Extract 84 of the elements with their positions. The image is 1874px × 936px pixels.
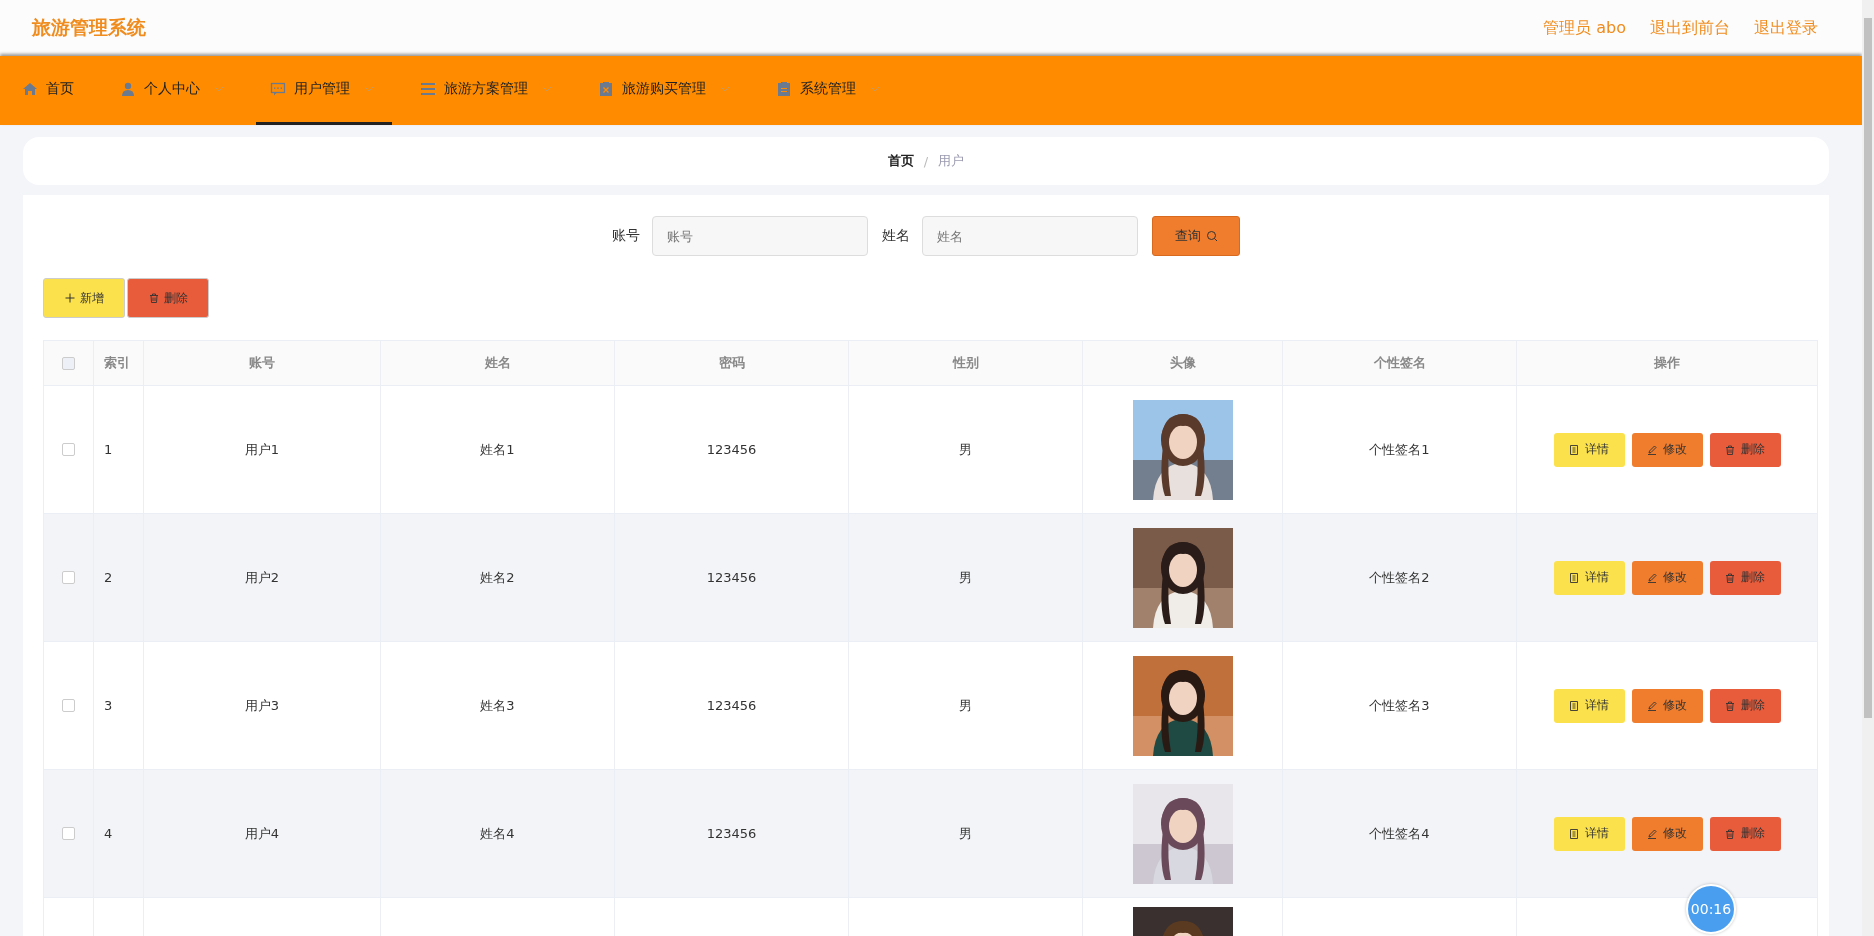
pencil-icon [1647,700,1657,711]
detail-button[interactable]: 详情 [1553,816,1625,851]
index-text: 3 [104,698,113,713]
row-checkbox[interactable] [62,443,75,456]
document-icon [1569,828,1579,839]
edit-button[interactable]: 修改 [1631,688,1703,723]
add-button[interactable]: 新增 [43,278,125,318]
search-field[interactable]: 账号 [652,216,868,256]
account-text: 用户3 [244,696,280,715]
account-text: 用户4 [244,824,280,843]
gender-text: 男 [959,568,972,587]
nav-item[interactable]: 用户管理 [256,56,392,125]
name-text: 姓名2 [480,568,515,587]
edit-button[interactable]: 修改 [1631,816,1703,851]
delete-button[interactable]: 删除 [127,278,209,318]
app-title: 旅游管理系统 [32,15,146,40]
gender-text: 男 [959,696,972,715]
pencil-icon [1647,444,1657,455]
detail-button[interactable]: 详情 [1553,688,1625,723]
name-text: 姓名3 [480,696,515,715]
person-icon [120,81,136,97]
column-header: 操作 [1653,354,1681,372]
signature-text: 个性签名4 [1369,824,1430,843]
search-icon [1205,230,1218,242]
breadcrumb-link[interactable]: 首页 [887,152,914,170]
header-link[interactable]: 管理员 abo [1543,17,1626,39]
delete-button[interactable]: 删除 [1709,688,1781,723]
trash-icon [1725,572,1735,583]
nav-item[interactable]: 个人中心 [106,56,242,125]
search-button[interactable]: 查询 [1152,216,1240,256]
edit-button[interactable]: 修改 [1631,560,1703,595]
account-text: 用户1 [244,440,280,459]
signature-text: 个性签名3 [1369,696,1430,715]
plus-icon [64,293,75,303]
signature-text: 个性签名2 [1369,568,1430,587]
list-icon [420,81,436,97]
chat-icon [270,81,286,97]
row-checkbox[interactable] [62,699,75,712]
select-all-checkbox[interactable] [62,356,75,370]
row-checkbox[interactable] [62,827,75,840]
edit-button[interactable]: 修改 [1631,432,1703,467]
name-text: 姓名1 [480,440,515,459]
nav-item[interactable]: 首页 [8,56,92,125]
trash-icon [1725,700,1735,711]
password-text: 123456 [706,442,757,457]
scrollbar[interactable] [1862,0,1874,936]
detail-button[interactable]: 详情 [1553,560,1625,595]
row-checkbox[interactable] [62,571,75,584]
trash-icon [1725,828,1735,839]
password-text: 123456 [706,698,757,713]
gender-text: 男 [959,440,972,459]
trash-icon [148,293,159,303]
clipboard-icon [776,81,792,97]
detail-button[interactable]: 详情 [1553,432,1625,467]
trash-icon [1725,444,1735,455]
delete-button[interactable]: 删除 [1709,816,1781,851]
index-text: 4 [104,826,113,841]
field-label: 姓名 [882,227,910,245]
breadcrumb-separator: / [923,153,929,169]
clipboard-icon [598,81,614,97]
nav-item[interactable]: 旅游购买管理 [584,56,748,125]
pencil-icon [1647,572,1657,583]
document-icon [1569,572,1579,583]
index-text: 2 [104,570,113,585]
account-text: 用户2 [244,568,280,587]
nav-item[interactable]: 旅游方案管理 [406,56,570,125]
password-text: 123456 [706,826,757,841]
index-text: 1 [104,442,113,457]
field-label: 账号 [612,227,640,245]
password-text: 123456 [706,570,757,585]
name-text: 姓名4 [480,824,515,843]
pencil-icon [1647,828,1657,839]
search-field[interactable]: 姓名 [922,216,1138,256]
breadcrumb-link[interactable]: 用户 [938,152,965,170]
nav-item[interactable]: 系统管理 [762,56,898,125]
document-icon [1569,444,1579,455]
gender-text: 男 [959,824,972,843]
signature-text: 个性签名1 [1369,440,1430,459]
header-link[interactable]: 退出到前台 [1650,17,1730,39]
document-icon [1569,700,1579,711]
delete-button[interactable]: 删除 [1709,560,1781,595]
home-icon [22,81,38,97]
header-link[interactable]: 退出登录 [1754,17,1818,39]
delete-button[interactable]: 删除 [1709,432,1781,467]
